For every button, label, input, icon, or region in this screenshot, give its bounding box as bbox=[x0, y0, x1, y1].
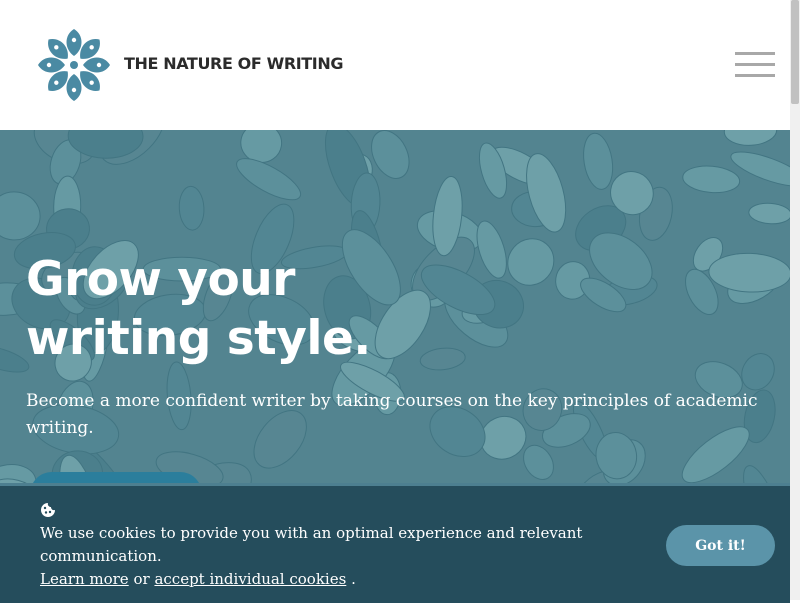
hero-subtitle: Become a more confident writer by taking… bbox=[26, 391, 758, 438]
cookie-banner: We use cookies to provide you with an op… bbox=[0, 483, 790, 603]
hamburger-menu-icon[interactable] bbox=[735, 52, 775, 78]
cookie-message: We use cookies to provide you with an op… bbox=[40, 522, 630, 591]
scrollbar-thumb[interactable] bbox=[791, 0, 799, 104]
got-it-button[interactable]: Got it! bbox=[666, 525, 775, 566]
learn-more-link[interactable]: Learn more bbox=[40, 570, 129, 588]
site-header: THE NATURE OF WRITING bbox=[0, 0, 790, 130]
hero-title: Grow your writing style. bbox=[26, 250, 371, 368]
hero-title-line-1: Grow your bbox=[26, 252, 295, 307]
cookie-icon bbox=[41, 503, 55, 517]
flower-logo-icon[interactable] bbox=[36, 27, 112, 103]
cookie-period: . bbox=[351, 570, 356, 588]
cookie-or-text: or bbox=[133, 570, 150, 588]
cookie-text: We use cookies to provide you with an op… bbox=[40, 524, 583, 565]
accept-individual-cookies-link[interactable]: accept individual cookies bbox=[154, 570, 346, 588]
hero-title-line-2: writing style. bbox=[26, 311, 371, 366]
brand-name[interactable]: THE NATURE OF WRITING bbox=[124, 54, 343, 73]
page-scrollbar[interactable] bbox=[790, 0, 800, 600]
